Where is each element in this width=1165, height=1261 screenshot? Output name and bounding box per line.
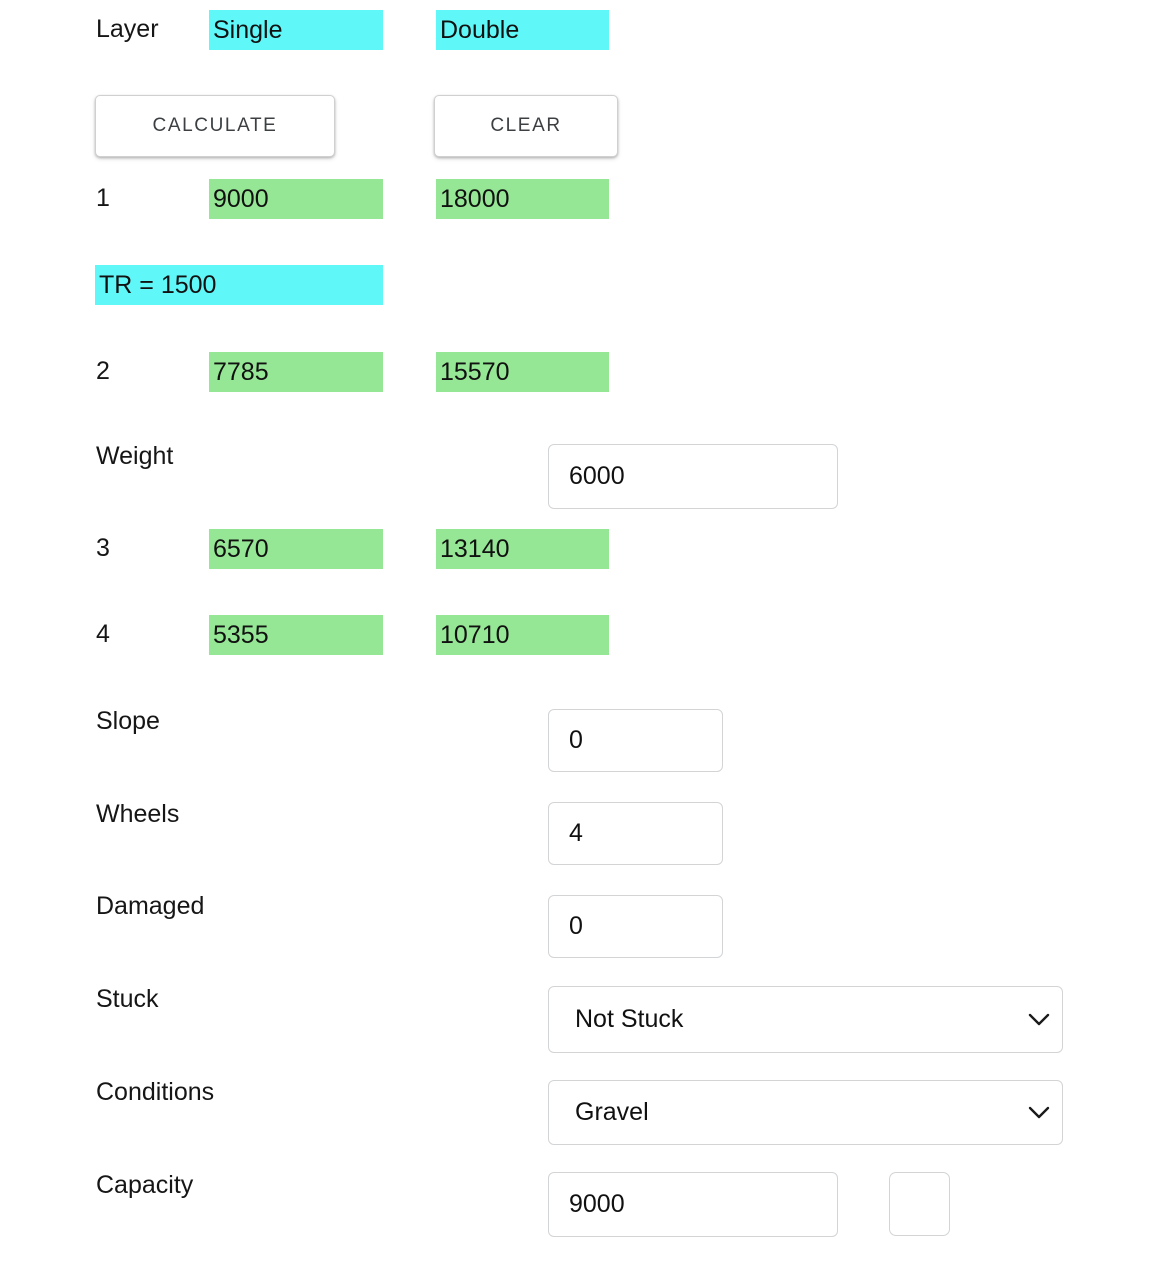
- capacity-label: Capacity: [96, 1171, 194, 1199]
- clear-button[interactable]: CLEAR: [434, 95, 618, 157]
- calculator-form-page: Layer Single Double CALCULATE CLEAR 1 90…: [0, 0, 1165, 1261]
- weight-input[interactable]: [548, 444, 838, 509]
- chevron-down-icon: [1016, 1106, 1062, 1120]
- axle-single-value: 7785: [209, 352, 383, 392]
- axle-double-value: 10710: [436, 615, 609, 655]
- axle-double-value: 18000: [436, 179, 609, 219]
- layer-label: Layer: [96, 15, 159, 43]
- conditions-select[interactable]: Gravel: [548, 1080, 1063, 1145]
- axle-single-value: 5355: [209, 615, 383, 655]
- damaged-input[interactable]: [548, 895, 723, 958]
- axle-single-value: 6570: [209, 529, 383, 569]
- stuck-select[interactable]: Not Stuck: [548, 986, 1063, 1053]
- slope-input[interactable]: [548, 709, 723, 772]
- stuck-select-value: Not Stuck: [575, 1005, 684, 1033]
- axle-row-number: 4: [96, 620, 110, 648]
- wheels-input[interactable]: [548, 802, 723, 865]
- slope-label: Slope: [96, 707, 160, 735]
- chevron-down-icon: [1016, 1013, 1062, 1027]
- conditions-label: Conditions: [96, 1078, 215, 1106]
- axle-double-value: 13140: [436, 529, 609, 569]
- conditions-select-value: Gravel: [575, 1098, 649, 1126]
- axle-double-value: 15570: [436, 352, 609, 392]
- axle-row-number: 2: [96, 357, 110, 385]
- axle-row-number: 3: [96, 534, 110, 562]
- calculate-button[interactable]: CALCULATE: [95, 95, 335, 157]
- tr-note: TR = 1500: [95, 265, 383, 305]
- axle-row-number: 1: [96, 184, 110, 212]
- stuck-label: Stuck: [96, 985, 159, 1013]
- axle-single-value: 9000: [209, 179, 383, 219]
- damaged-label: Damaged: [96, 892, 205, 920]
- capacity-secondary-input[interactable]: [889, 1172, 950, 1236]
- wheels-label: Wheels: [96, 800, 180, 828]
- capacity-input[interactable]: [548, 1172, 838, 1237]
- weight-label: Weight: [96, 442, 174, 470]
- layer-single-chip: Single: [209, 10, 383, 50]
- layer-double-chip: Double: [436, 10, 609, 50]
